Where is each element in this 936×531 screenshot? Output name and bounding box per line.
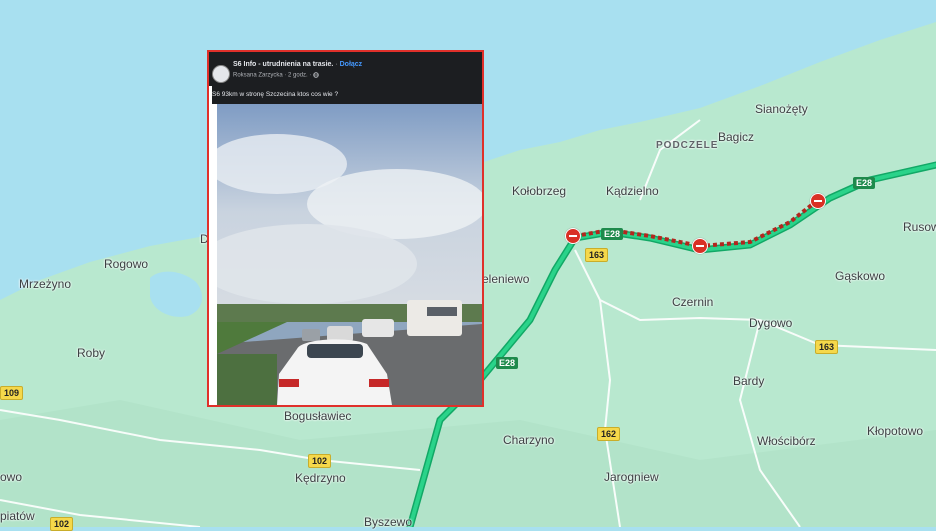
social-post-card: S6 Info - utrudnienia na trasie. · Dołąc…: [207, 50, 484, 407]
place-label: Dygowo: [749, 316, 793, 330]
place-label: Bagicz: [718, 130, 755, 144]
place-label: Bogusławiec: [284, 409, 352, 423]
post-meta: Roksana Zarzycka · 2 godz. ·: [233, 72, 319, 79]
place-label: Kędrzyno: [295, 471, 346, 485]
group-name[interactable]: S6 Info - utrudnienia na trasie.: [233, 61, 333, 68]
separator: ·: [335, 61, 338, 68]
road-shield: 109: [0, 386, 24, 400]
author-meta[interactable]: Roksana Zarzycka · 2 godz. ·: [233, 73, 313, 79]
place-label: Jarogniew: [604, 470, 659, 484]
road-shield: 102: [308, 454, 332, 468]
post-header: S6 Info - utrudnienia na trasie. · Dołąc…: [209, 52, 482, 86]
place-label: Charzyno: [503, 433, 555, 447]
road-shield: 162: [597, 427, 621, 441]
place-label: Bardy: [733, 374, 765, 388]
globe-icon: [313, 72, 319, 78]
road-shield: 102: [50, 517, 74, 531]
road-shield: 163: [815, 340, 839, 354]
place-label: Czernin: [672, 295, 714, 309]
road-shield: E28: [601, 228, 624, 240]
place-label: Kołobrzeg: [512, 184, 567, 198]
place-label: Sianożęty: [755, 102, 808, 116]
road-shield: E28: [496, 357, 519, 369]
place-label: Rogowo: [104, 257, 149, 271]
place-label: owo: [0, 470, 23, 484]
group-avatar[interactable]: [212, 65, 230, 83]
post-text: S6 93km w stronę Szczecina ktos cos wie …: [212, 86, 482, 104]
no-entry-icon[interactable]: [565, 228, 581, 244]
place-label: Kądzielno: [606, 184, 659, 198]
road-shield: E28: [853, 177, 876, 189]
road-shield: 163: [585, 248, 609, 262]
place-label: Rusow: [903, 220, 936, 234]
post-photo[interactable]: [217, 104, 482, 405]
place-label: Roby: [77, 346, 106, 360]
no-entry-icon[interactable]: [810, 193, 826, 209]
no-entry-icon[interactable]: [692, 238, 708, 254]
place-label: Włościbórz: [757, 434, 816, 448]
place-label: eleniewo: [482, 272, 530, 286]
place-label: piatów: [0, 509, 35, 523]
place-label: Gąskowo: [835, 269, 886, 283]
place-label: Kłopotowo: [867, 424, 924, 438]
post-title-line: S6 Info - utrudnienia na trasie. · Dołąc…: [233, 61, 362, 68]
place-label: PODCZELE: [656, 140, 719, 151]
traffic-photo: [217, 104, 482, 405]
join-button[interactable]: Dołącz: [340, 61, 363, 68]
place-label: Mrzeżyno: [19, 277, 72, 291]
